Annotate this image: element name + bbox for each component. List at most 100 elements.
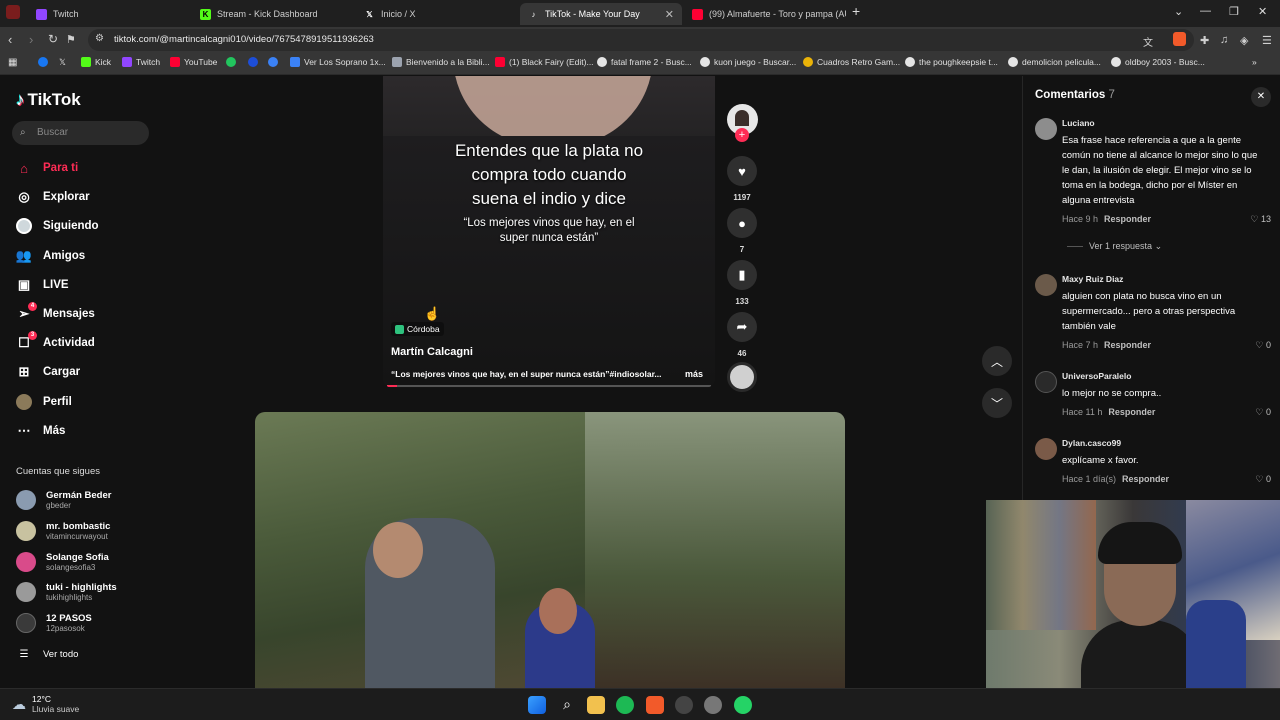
bookmark-biblioteca[interactable]: Bienvenido a la Bibli... (392, 57, 490, 67)
site-settings-icon[interactable]: ⚙ (95, 33, 104, 44)
avatar[interactable] (1035, 274, 1057, 296)
followed-account[interactable]: mr. bombastic vitamincurwayout (16, 519, 110, 543)
bookmark-kuon[interactable]: kuon juego - Buscar... (700, 57, 796, 67)
bookmark-icon-cloud[interactable] (268, 57, 282, 67)
spotify-icon[interactable] (616, 696, 634, 714)
comment-like[interactable]: ♡ 13 (1250, 214, 1271, 225)
apps-icon[interactable]: ▦ (8, 57, 17, 68)
forward-icon[interactable]: › (29, 32, 33, 47)
reload-icon[interactable]: ↻ (48, 32, 58, 46)
comment-like[interactable]: ♡ 0 (1255, 474, 1271, 485)
more-description-link[interactable]: más (685, 369, 703, 379)
bookmark-icon-green[interactable] (226, 57, 240, 67)
reply-button[interactable]: Responder (1108, 407, 1155, 417)
followed-account[interactable]: Solange Sofia solangesofia3 (16, 550, 109, 574)
tiktok-logo[interactable]: ♪ TikTok (16, 90, 81, 110)
back-icon[interactable]: ‹ (8, 32, 12, 47)
media-icon[interactable]: ♫ (1220, 34, 1228, 46)
nav-amigos[interactable]: 👥 Amigos (16, 246, 85, 266)
bookmark-fatal-frame[interactable]: fatal frame 2 - Busc... (597, 57, 692, 67)
url-field[interactable]: tiktok.com/@martincalcagni010/video/7675… (88, 29, 1194, 51)
bookmark-kick[interactable]: Kick (81, 57, 111, 67)
tab-x-home[interactable]: 𝕏 Inicio / X (356, 3, 518, 25)
nav-perfil[interactable]: Perfil (16, 392, 72, 412)
tab-list-icon[interactable]: ⌄ (1174, 5, 1183, 18)
comment-like[interactable]: ♡ 0 (1255, 407, 1271, 418)
avatar[interactable] (1035, 118, 1057, 140)
maximize-button[interactable]: ❐ (1229, 5, 1239, 18)
vpn-icon[interactable]: ◈ (1240, 34, 1248, 47)
bookmark-page-icon[interactable]: ⚑ (66, 33, 76, 46)
bookmark-oldboy[interactable]: oldboy 2003 - Busc... (1111, 57, 1205, 67)
followed-account[interactable]: 12 PASOS 12pasosok (16, 611, 92, 635)
bookmark-black-fairy[interactable]: (1) Black Fairy (Edit)... (495, 57, 594, 67)
whatsapp-icon[interactable] (734, 696, 752, 714)
next-video-player[interactable] (255, 412, 845, 688)
minimize-button[interactable]: — (1200, 5, 1211, 17)
see-all-following[interactable]: ☰ Ver todo (16, 644, 79, 664)
brave-shields-icon[interactable] (1173, 32, 1186, 46)
tab-youtube[interactable]: (99) Almafuerte - Toro y pampa (AUD (684, 3, 846, 25)
comment-button[interactable]: ● 7 (726, 208, 758, 254)
weather-widget[interactable]: ☁ 12°C Lluvia suave (12, 694, 79, 714)
bookmark-twitch[interactable]: Twitch (122, 57, 160, 67)
close-tab-icon[interactable]: ✕ (665, 8, 674, 21)
reply-button[interactable]: Responder (1122, 474, 1169, 484)
search-icon[interactable]: ⌕ (558, 696, 576, 714)
nav-cargar[interactable]: ⊞ Cargar (16, 362, 81, 382)
reply-button[interactable]: Responder (1104, 340, 1151, 350)
menu-icon[interactable]: ☰ (1262, 34, 1272, 47)
video-author[interactable]: Martín Calcagni (391, 346, 473, 358)
translate-icon[interactable]: 文 (1143, 34, 1153, 49)
video-player[interactable]: Entendes que la plata no compra todo cua… (383, 76, 715, 388)
nav-mas[interactable]: ⋯ Más (16, 421, 66, 441)
nav-live[interactable]: ▣ LIVE (16, 275, 69, 295)
tab-twitch[interactable]: Twitch (28, 3, 190, 25)
brave-icon[interactable] (646, 696, 664, 714)
bookmark-soprano[interactable]: Ver Los Soprano 1x... (290, 57, 386, 67)
x-bookmark-icon[interactable]: 𝕏 (59, 57, 66, 68)
comment-like[interactable]: ♡ 0 (1255, 340, 1271, 351)
next-video-button[interactable]: ﹀ (982, 388, 1012, 418)
tab-kick-dashboard[interactable]: K Stream - Kick Dashboard (192, 3, 354, 25)
previous-video-button[interactable]: ︿ (982, 346, 1012, 376)
nav-mensajes[interactable]: ➢ 4 Mensajes (16, 302, 95, 324)
location-icon (395, 324, 404, 334)
more-bookmarks-icon[interactable]: » (1252, 57, 1257, 67)
author-avatar-button[interactable]: + (726, 104, 758, 142)
extensions-icon[interactable]: ✚ (1200, 34, 1209, 47)
avatar[interactable] (1035, 438, 1057, 460)
tab-tiktok[interactable]: ♪ TikTok - Make Your Day ✕ (520, 3, 682, 25)
bookmark-poughkeepsie[interactable]: the poughkeepsie t... (905, 57, 998, 67)
close-comments-button[interactable]: ✕ (1251, 87, 1271, 107)
avatar[interactable] (1035, 371, 1057, 393)
follow-plus-icon[interactable]: + (735, 128, 749, 142)
view-replies-button[interactable]: Ver 1 respuesta ⌄ (1067, 241, 1162, 252)
app-icon[interactable] (704, 696, 722, 714)
new-tab-button[interactable]: + (852, 3, 860, 19)
bookmark-demolicion[interactable]: demolicion pelicula... (1008, 57, 1101, 67)
reply-button[interactable]: Responder (1104, 214, 1151, 224)
like-button[interactable]: ♥ 1197 (726, 156, 758, 202)
bookmark-youtube[interactable]: YouTube (170, 57, 217, 67)
followed-account[interactable]: Germán Beder gbeder (16, 488, 111, 512)
windows-start-icon[interactable] (528, 696, 546, 714)
close-window-button[interactable]: ✕ (1258, 5, 1267, 18)
share-button[interactable]: ➦ 46 (726, 312, 758, 358)
nav-explorar[interactable]: ◎ Explorar (16, 187, 89, 207)
bookmark-cuadros-retro[interactable]: Cuadros Retro Gam... (803, 57, 900, 67)
sound-disc[interactable] (726, 362, 758, 392)
progress-bar[interactable] (387, 385, 711, 387)
facebook-icon[interactable] (38, 57, 52, 67)
nav-siguiendo[interactable]: Siguiendo (16, 216, 99, 236)
browser-profile-icon[interactable] (6, 5, 20, 19)
location-tag[interactable]: Córdoba (391, 322, 444, 336)
save-button[interactable]: ▮ 133 (726, 260, 758, 306)
followed-account[interactable]: tuki - highlights tukihighlights (16, 580, 117, 604)
search-input[interactable]: ⌕ Buscar (12, 121, 149, 145)
bookmark-icon-blue[interactable] (248, 57, 262, 67)
file-explorer-icon[interactable] (587, 696, 605, 714)
obs-icon[interactable] (675, 696, 693, 714)
nav-para-ti[interactable]: ⌂ Para ti (16, 158, 78, 178)
nav-actividad[interactable]: ☐ 3 Actividad (16, 331, 95, 353)
